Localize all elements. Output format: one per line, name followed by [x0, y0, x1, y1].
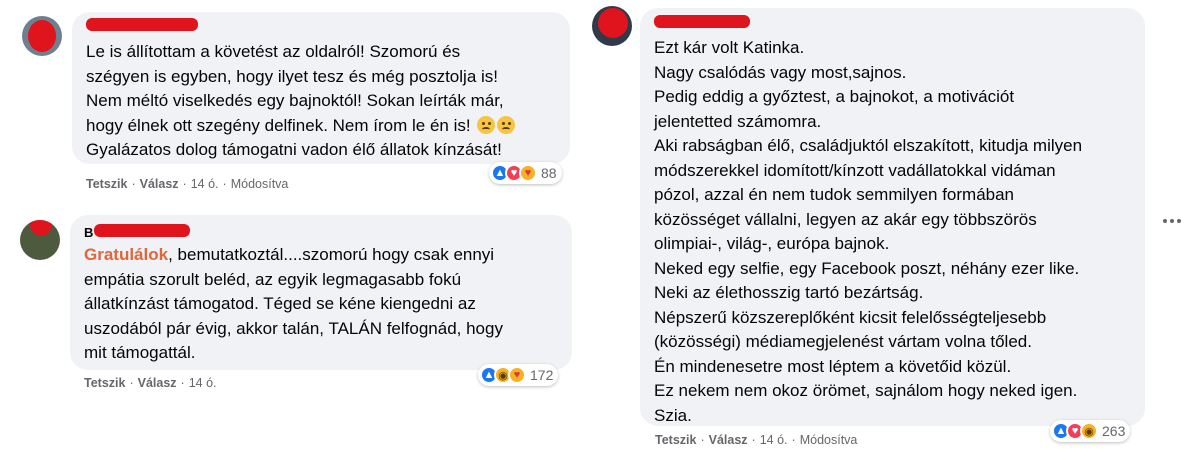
comment-line: hogy élnek ott szegény delfinek. Nem íro… [86, 114, 516, 139]
comment-line-text: hogy élnek ott szegény delfinek. Nem íro… [86, 115, 471, 135]
comment-line: mit támogattál. [84, 343, 196, 362]
comment-bubble: B Gratulálok, bemutatkoztál....szomorú h… [70, 215, 572, 370]
comment-line: Gyalázatos dolog támogatni vadon élő áll… [86, 140, 502, 159]
like-link[interactable]: Tetszik [84, 376, 125, 390]
timestamp[interactable]: 14 ó. [189, 376, 217, 390]
avatar-redaction [28, 20, 56, 52]
comment-line: Gratulálok, bemutatkoztál....szomorú hog… [84, 243, 503, 268]
more-options-icon[interactable] [1160, 216, 1184, 226]
comment-actions: Tetszik · Válasz · 14 ó. [84, 376, 217, 390]
haha-icon: ◉ [1080, 422, 1098, 440]
comment-line: Aki rabságban élő, családjuktól elszakít… [654, 136, 1083, 155]
reply-link[interactable]: Válasz [709, 433, 748, 447]
care-icon: ♥ [508, 366, 526, 384]
timestamp[interactable]: 14 ó. [191, 177, 219, 191]
comment-actions: Tetszik · Válasz · 14 ó. · Módosítva [86, 177, 289, 191]
comment-line: állatkínzást támogatod. Téged se kéne ki… [84, 294, 476, 313]
avatar[interactable] [22, 16, 62, 56]
comment-text: Ezt kár volt Katinka. Nagy csalódás vagy… [654, 36, 1082, 428]
comment-line-text: , bemutatkoztál....szomorú hogy csak enn… [168, 245, 495, 264]
avatar[interactable] [20, 220, 60, 260]
reply-link[interactable]: Válasz [140, 177, 179, 191]
edited-label: Módosítva [230, 177, 289, 191]
reaction-count: 263 [1102, 423, 1126, 439]
comment-line: módszerekkel idomított/kínzott vadállato… [654, 160, 1056, 180]
comment-line: Neki az élethosszig tartó bezártság. [654, 283, 924, 302]
author-name-redacted[interactable] [94, 224, 190, 237]
comment-line: Ez nekem nem okoz örömet, sajnálom hogy … [654, 381, 1078, 400]
comment-line: Nem méltó viselkedés egy bajnoktól! Soka… [86, 91, 504, 110]
comment-line: Ezt kár volt Katinka. [654, 38, 805, 57]
comment-line: szégyen is egyben, hogy ilyet tesz és mé… [86, 66, 498, 86]
tagged-word[interactable]: Gratulálok [84, 245, 168, 264]
like-link[interactable]: Tetszik [655, 433, 696, 447]
edited-label: Módosítva [799, 433, 858, 447]
reaction-count: 88 [541, 165, 557, 181]
author-name-redacted[interactable] [654, 15, 750, 28]
comment-bubble: Le is állítottam a követést az oldalról!… [72, 12, 570, 164]
comment-text: Gratulálok, bemutatkoztál....szomorú hog… [84, 243, 503, 366]
reaction-summary[interactable]: ▲ ♥ ♥ 88 [489, 162, 562, 184]
comment-line: Le is állítottam a követést az oldalról!… [86, 42, 461, 61]
comment-line: uszodából pár évig, akkor talán, TALÁN f… [84, 318, 503, 338]
comment-line: pózol, azzal én nem tudok semmilyen form… [654, 185, 1015, 204]
comment-line: közösséget vállalni, legyen az akár egy … [654, 209, 1037, 229]
comment-line: olimpiai-, világ-, európa bajnok. [654, 234, 890, 253]
author-name-redacted[interactable] [86, 18, 198, 31]
comment-line: Pedig eddig a győztest, a bajnokot, a mo… [654, 87, 1015, 106]
like-link[interactable]: Tetszik [86, 177, 127, 191]
avatar-redaction [598, 8, 628, 38]
comment-line: jelentetted számomra. [654, 111, 822, 131]
comment-line: empátia szorult beléd, az egyik legmagas… [84, 269, 462, 289]
comment-line: Népszerű közszereplőként kicsit felelőss… [654, 307, 1047, 327]
sad-emoji-icon [477, 115, 496, 134]
avatar-redaction [30, 220, 52, 236]
comment-bubble: Ezt kár volt Katinka. Nagy csalódás vagy… [640, 8, 1145, 426]
care-icon: ♥ [519, 164, 537, 182]
comment-text: Le is állítottam a követést az oldalról!… [86, 40, 516, 163]
reaction-summary[interactable]: ▲ ♥ ◉ 263 [1050, 420, 1131, 442]
author-name-initial[interactable]: B [84, 225, 93, 240]
reaction-count: 172 [530, 367, 554, 383]
timestamp[interactable]: 14 ó. [760, 433, 788, 447]
comment-line: Neked egy selfie, egy Facebook poszt, né… [654, 258, 1080, 278]
comment-line: Szia. [654, 405, 692, 425]
reply-link[interactable]: Válasz [138, 376, 177, 390]
comment-line: Nagy csalódás vagy most,sajnos. [654, 62, 907, 82]
comment-line: Én mindenesetre most léptem a követőid k… [654, 356, 1012, 376]
reaction-summary[interactable]: ▲ ◉ ♥ 172 [478, 364, 559, 386]
comment-actions: Tetszik · Válasz · 14 ó. · Módosítva [655, 433, 858, 447]
avatar[interactable] [592, 6, 632, 46]
disappointed-emoji-icon [497, 115, 516, 134]
comment-line: (közösségi) médiamegjelenést vártam voln… [654, 332, 1032, 351]
